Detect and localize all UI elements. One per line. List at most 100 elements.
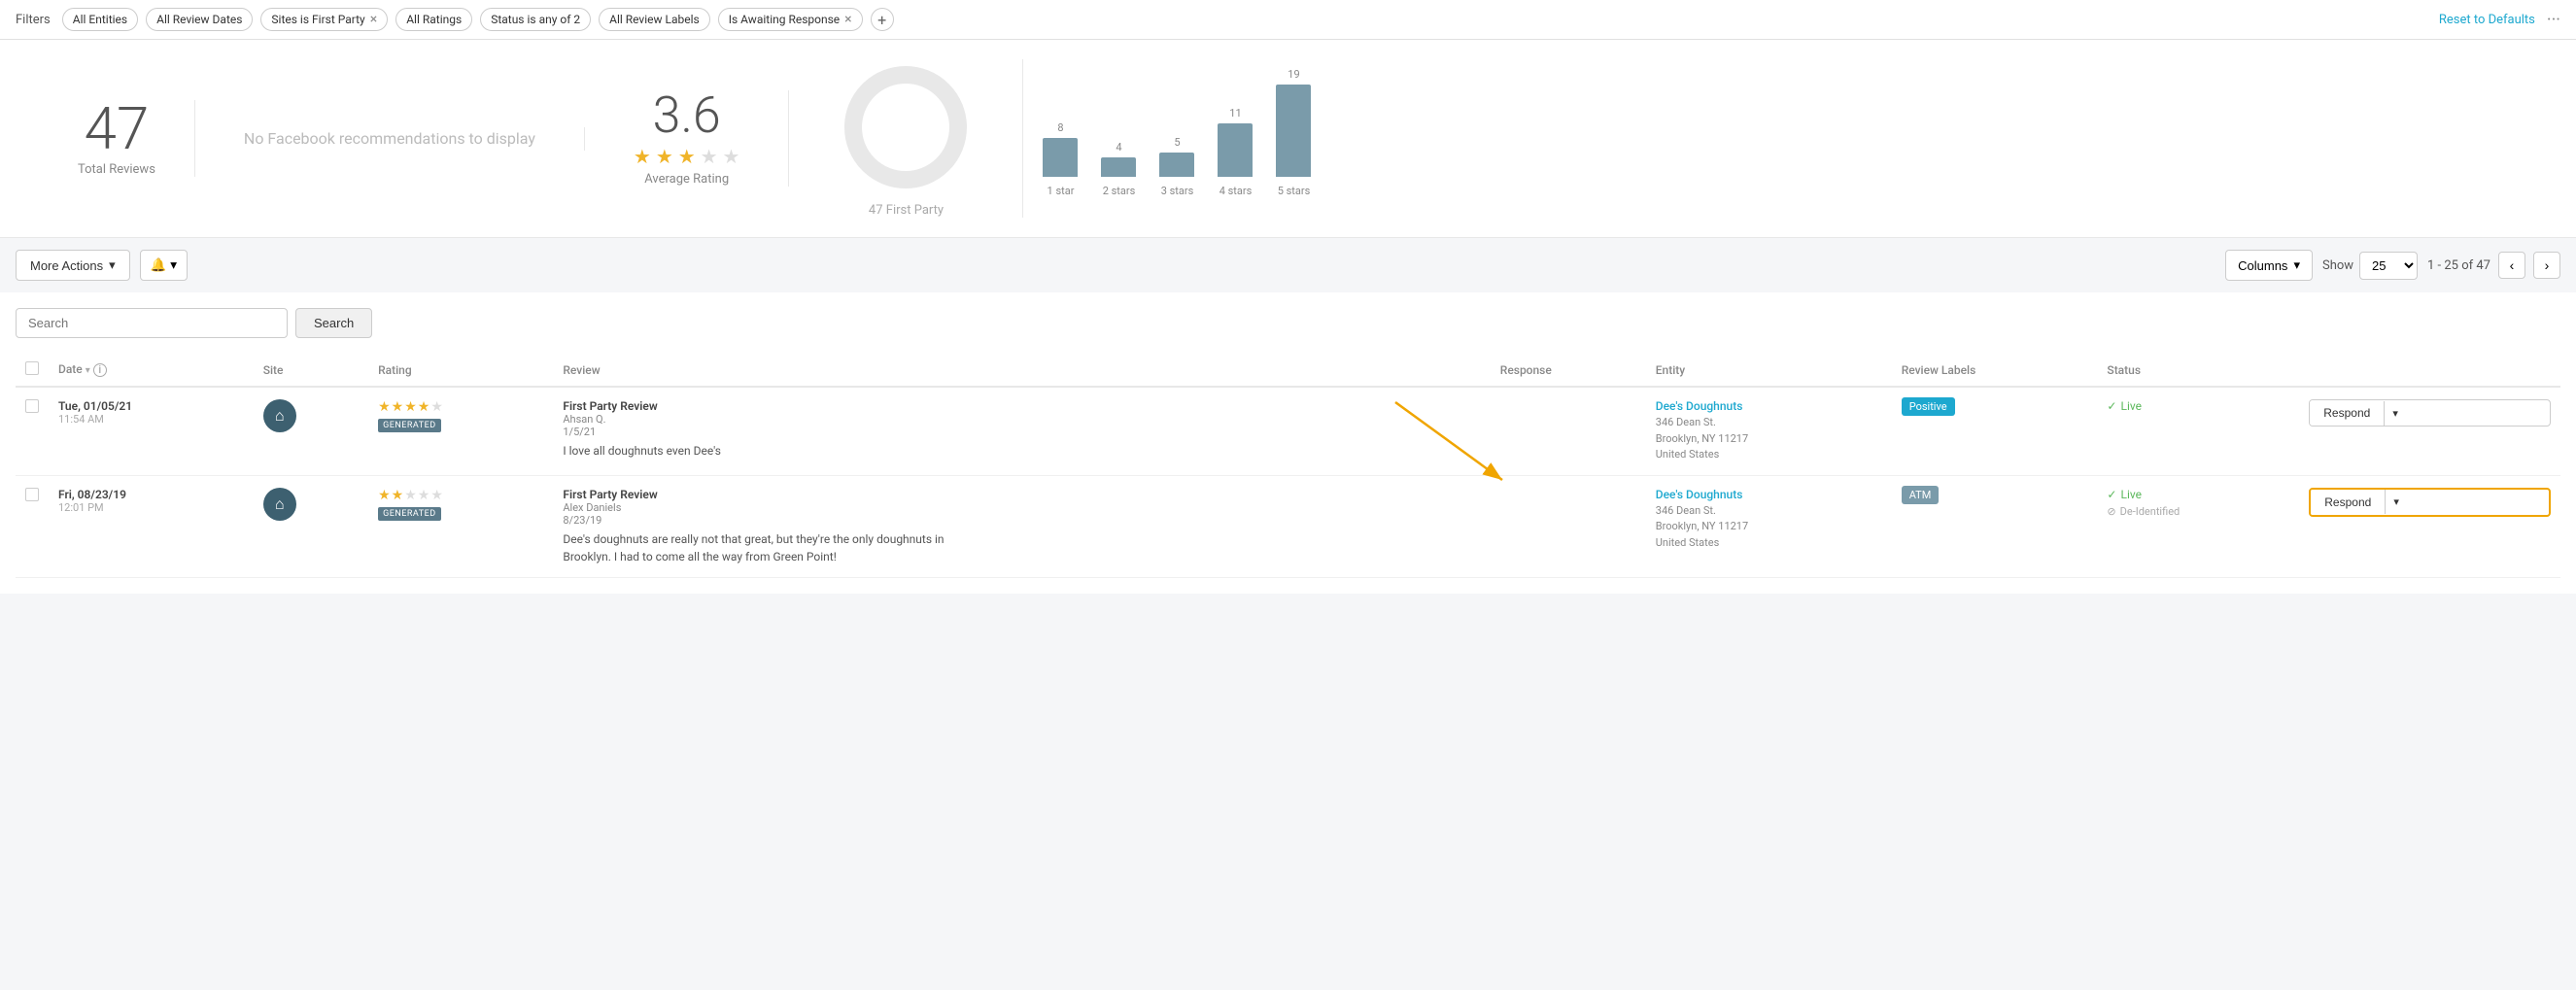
- header-review: Review: [553, 354, 1490, 387]
- filter-chip-sites-first-party[interactable]: Sites is First Party ×: [260, 8, 388, 31]
- filter-chip-close-icon[interactable]: ×: [844, 13, 851, 26]
- deidentified-icon: ⊘: [2107, 505, 2115, 518]
- entity-link[interactable]: Dee's Doughnuts: [1656, 399, 1882, 413]
- filter-chip-status-any-2[interactable]: Status is any of 2: [480, 8, 591, 31]
- review-title: First Party Review: [563, 488, 1480, 501]
- bar-rect: [1043, 138, 1078, 177]
- row-date-main: Tue, 01/05/21: [58, 399, 244, 413]
- search-button[interactable]: Search: [295, 308, 372, 338]
- review-author: Alex Daniels: [563, 501, 1480, 514]
- row-status-col: ✓ Live: [2097, 387, 2299, 475]
- bar-value: 11: [1229, 107, 1241, 119]
- filter-chip-all-ratings[interactable]: All Ratings: [395, 8, 472, 31]
- respond-button[interactable]: Respond ▾: [2309, 399, 2551, 427]
- bar-column: 81 star: [1043, 121, 1078, 197]
- row-labels-col: ATM: [1892, 475, 2098, 577]
- show-select[interactable]: 25 50 100: [2359, 252, 2418, 280]
- header-checkbox-col: [16, 354, 49, 387]
- bar-label: 2 stars: [1103, 185, 1136, 197]
- average-rating-block: 3.6 ★ ★ ★ ★ ★ Average Rating: [585, 90, 790, 187]
- bar-column: 5 3 stars: [1159, 136, 1194, 197]
- filter-chip-awaiting-response[interactable]: Is Awaiting Response ×: [718, 8, 863, 31]
- sort-icon: ▾: [86, 365, 90, 376]
- facebook-block: No Facebook recommendations to display: [195, 127, 585, 151]
- bar-column: 114 stars: [1218, 107, 1253, 197]
- header-date[interactable]: Date ▾ i: [49, 354, 254, 387]
- table-wrapper: Date ▾ i Site Rating Review Response Ent…: [16, 354, 2560, 578]
- row-checkbox[interactable]: [25, 488, 39, 501]
- row-response-col: [1491, 387, 1646, 475]
- star-2: ★: [656, 145, 673, 168]
- columns-chevron-icon: ▾: [2293, 257, 2300, 273]
- row-checkbox[interactable]: [25, 399, 39, 413]
- bar-label: 5 stars: [1278, 185, 1311, 197]
- status-live: ✓ Live: [2107, 488, 2289, 501]
- status-text: Live: [2120, 488, 2141, 501]
- respond-button-label[interactable]: Respond: [2310, 400, 2384, 426]
- filter-chip-all-review-dates[interactable]: All Review Dates: [146, 8, 253, 31]
- respond-dropdown-icon[interactable]: ▾: [2385, 490, 2407, 514]
- bar-column: 42 stars: [1101, 141, 1136, 197]
- toolbar: More Actions ▾ 🔔 ▾ Columns ▾ Show 25 50 …: [0, 238, 2576, 292]
- row-checkbox-col: [16, 387, 49, 475]
- bar-value: 5: [1174, 136, 1180, 149]
- filter-chip-all-entities[interactable]: All Entities: [62, 8, 138, 31]
- filter-chip-all-review-labels[interactable]: All Review Labels: [599, 8, 710, 31]
- bell-chevron-icon: ▾: [170, 257, 177, 273]
- label-badge: ATM: [1902, 486, 1940, 504]
- star-5: ★: [723, 145, 740, 168]
- show-label: Show: [2322, 258, 2353, 273]
- star-3: ★: [678, 145, 696, 168]
- more-actions-button[interactable]: More Actions ▾: [16, 250, 130, 281]
- filter-chip-close-icon[interactable]: ×: [370, 13, 377, 26]
- bell-icon: 🔔: [151, 257, 167, 273]
- respond-dropdown-icon[interactable]: ▾: [2384, 401, 2406, 426]
- generated-badge: GENERATED: [378, 507, 441, 521]
- more-actions-label: More Actions: [30, 258, 103, 273]
- select-all-checkbox[interactable]: [25, 361, 39, 375]
- rating-stars-row: ★ ★ ★ ★ ★: [378, 488, 543, 503]
- filter-chip-label: All Entities: [73, 13, 127, 26]
- row-date-col: Fri, 08/23/19 12:01 PM: [49, 475, 254, 577]
- header-review-labels: Review Labels: [1892, 354, 2098, 387]
- columns-label: Columns: [2238, 258, 2287, 273]
- donut-label: 47 First Party: [869, 203, 944, 218]
- row-response-col: [1491, 475, 1646, 577]
- search-row: Search: [16, 308, 2560, 338]
- header-rating: Rating: [368, 354, 553, 387]
- show-control: Show 25 50 100: [2322, 252, 2418, 280]
- rating-label: Average Rating: [644, 172, 729, 187]
- bell-button[interactable]: 🔔 ▾: [140, 250, 188, 281]
- columns-button[interactable]: Columns ▾: [2225, 250, 2313, 281]
- respond-button-label[interactable]: Respond: [2311, 490, 2385, 515]
- row-rating-col: ★ ★ ★ ★ ★ GENERATED: [368, 387, 553, 475]
- header-status: Status: [2097, 354, 2299, 387]
- row-date-time: 11:54 AM: [58, 413, 244, 426]
- search-input[interactable]: [16, 308, 288, 338]
- row-review-col: First Party Review Ahsan Q. 1/5/21 I lov…: [553, 387, 1490, 475]
- respond-button-highlighted[interactable]: Respond ▾: [2309, 488, 2551, 517]
- more-options-icon[interactable]: ···: [2547, 10, 2560, 30]
- next-page-button[interactable]: ›: [2533, 252, 2560, 279]
- entity-link[interactable]: Dee's Doughnuts: [1656, 488, 1882, 501]
- filter-chip-label: Is Awaiting Response: [729, 13, 840, 26]
- check-icon: ✓: [2107, 399, 2116, 413]
- bar-rect: [1101, 157, 1136, 177]
- prev-page-button[interactable]: ‹: [2498, 252, 2525, 279]
- check-icon: ✓: [2107, 488, 2116, 501]
- bars-container: 81 star42 stars53 stars114 stars195 star…: [1043, 81, 1311, 197]
- site-icon: ⌂: [263, 399, 296, 432]
- average-rating-number: 3.6: [653, 90, 721, 141]
- filter-chip-label: All Review Dates: [156, 13, 242, 26]
- reset-defaults-link[interactable]: Reset to Defaults: [2439, 13, 2535, 27]
- donut-chart: [838, 59, 974, 195]
- label-badge: Positive: [1902, 397, 1955, 416]
- add-filter-button[interactable]: +: [871, 8, 894, 31]
- info-icon[interactable]: i: [93, 363, 107, 377]
- row-date-col: Tue, 01/05/21 11:54 AM: [49, 387, 254, 475]
- bar-label: 3 stars: [1161, 185, 1194, 197]
- filter-chip-label: Sites is First Party: [271, 13, 364, 26]
- row-action-col: Respond ▾: [2299, 475, 2560, 577]
- total-reviews-block: 47 Total Reviews: [39, 100, 195, 177]
- review-text: I love all doughnuts even Dee's: [563, 442, 971, 460]
